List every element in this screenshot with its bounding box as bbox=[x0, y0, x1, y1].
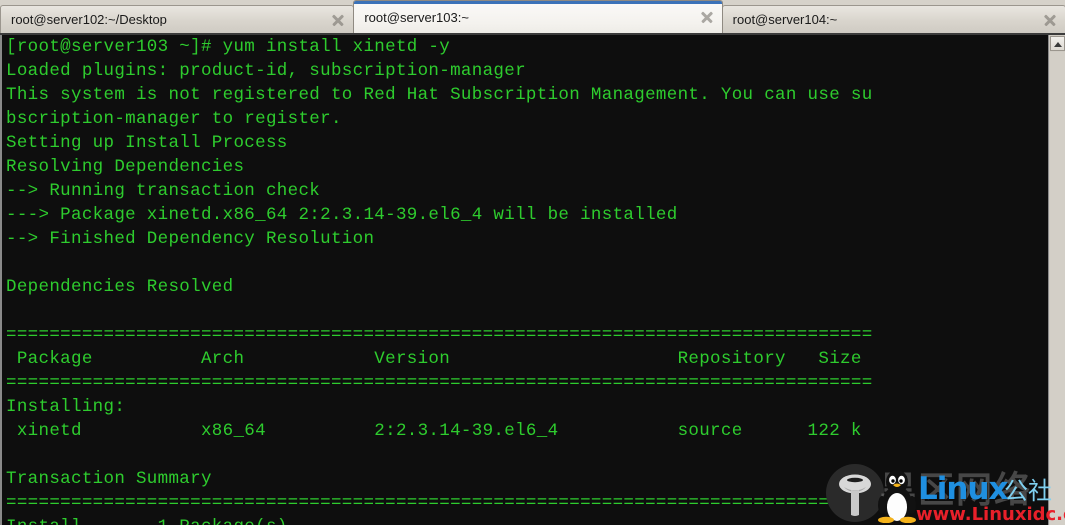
terminal-line: ========================================… bbox=[6, 325, 873, 345]
terminal-line: Installing: bbox=[6, 397, 126, 417]
tab-bar: root@server102:~/Desktop root@server103:… bbox=[0, 0, 1065, 33]
close-icon[interactable] bbox=[698, 8, 716, 26]
terminal-line: Setting up Install Process bbox=[6, 133, 288, 153]
terminal-line: --> Finished Dependency Resolution bbox=[6, 229, 375, 249]
terminal-line: xinetd x86_64 2:2.3.14-39.el6_4 source 1… bbox=[6, 421, 862, 441]
tab-server103[interactable]: root@server103:~ bbox=[353, 0, 723, 33]
terminal-line: --> Running transaction check bbox=[6, 181, 321, 201]
tab-label: root@server104:~ bbox=[732, 13, 838, 26]
tab-server102[interactable]: root@server102:~/Desktop bbox=[0, 5, 355, 33]
scrollbar-track[interactable] bbox=[1050, 52, 1065, 525]
terminal-line: Package Arch Version Repository Size bbox=[6, 349, 862, 369]
terminal-line: ========================================… bbox=[6, 493, 873, 513]
terminal-line: Resolving Dependencies bbox=[6, 157, 245, 177]
terminal-window: root@server102:~/Desktop root@server103:… bbox=[0, 0, 1065, 525]
terminal-line: Dependencies Resolved bbox=[6, 277, 234, 297]
terminal-line: ---> Package xinetd.x86_64 2:2.3.14-39.e… bbox=[6, 205, 678, 225]
tab-label: root@server102:~/Desktop bbox=[11, 13, 167, 26]
tab-label: root@server103:~ bbox=[364, 10, 469, 24]
terminal-line: Install 1 Package(s) bbox=[6, 515, 1048, 525]
terminal-line: Transaction Summary bbox=[6, 469, 212, 489]
close-icon[interactable] bbox=[1041, 11, 1059, 29]
terminal-line: [root@server103 ~]# yum install xinetd -… bbox=[6, 37, 451, 57]
terminal-line: Loaded plugins: product-id, subscription… bbox=[6, 61, 526, 81]
terminal-line: This system is not registered to Red Hat… bbox=[6, 85, 873, 105]
chevron-up-icon[interactable] bbox=[1050, 36, 1065, 51]
terminal-line: bscription-manager to register. bbox=[6, 109, 342, 129]
tab-server104[interactable]: root@server104:~ bbox=[721, 5, 1065, 33]
terminal-scrollbar[interactable] bbox=[1048, 35, 1065, 525]
terminal-line: ========================================… bbox=[6, 373, 873, 393]
terminal-lines: [root@server103 ~]# yum install xinetd -… bbox=[6, 35, 1048, 525]
terminal-output[interactable]: [root@server103 ~]# yum install xinetd -… bbox=[0, 35, 1048, 525]
close-icon[interactable] bbox=[329, 11, 347, 29]
